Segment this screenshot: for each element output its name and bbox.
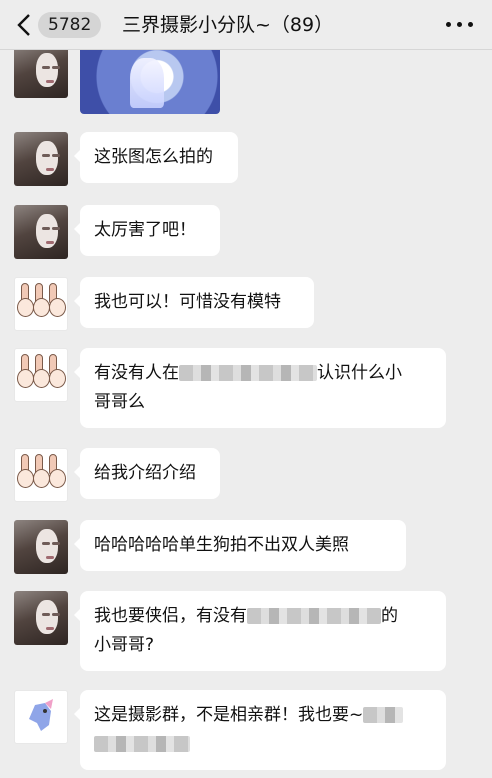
message-bubble[interactable]: 这张图怎么拍的 (74, 132, 238, 183)
message-bubble[interactable]: 有没有人在 认识什么小 哥哥么 (74, 348, 446, 428)
message-text: 这是摄影群，不是相亲群！我也要~ (94, 705, 364, 725)
redacted-text (363, 707, 404, 723)
avatar[interactable] (14, 591, 68, 645)
avatar[interactable] (14, 448, 68, 502)
message-bubble[interactable]: 我也要侠侣，有没有 的 小哥哥? (74, 591, 446, 671)
redacted-text (247, 608, 381, 624)
message-text: 我也要侠侣，有没有 (94, 606, 247, 626)
avatar[interactable] (14, 277, 68, 331)
message-text: 的 (381, 606, 398, 626)
message-text: 小哥哥? (94, 635, 155, 655)
message-text: 认识什么小 (317, 363, 402, 383)
avatar[interactable] (14, 520, 68, 574)
message-text: 给我介绍介绍 (94, 463, 196, 483)
message-list: 这张图怎么拍的 太厉害了吧！ 我也可以！可惜没有模特 有没有人在 认识什么小 哥哥… (0, 50, 492, 778)
group-title: 三界摄影小分队~（89） (122, 14, 334, 36)
more-dots-icon[interactable] (446, 22, 474, 28)
avatar[interactable] (14, 50, 68, 98)
bird-icon (29, 699, 53, 731)
message-bubble[interactable]: 太厉害了吧！ (74, 205, 220, 256)
message-text: 太厉害了吧！ (94, 220, 196, 240)
message-bubble[interactable]: 我也可以！可惜没有模特 (74, 277, 314, 328)
avatar[interactable] (14, 690, 68, 744)
chevron-left-icon[interactable] (14, 13, 36, 37)
message-text: 哈哈哈哈哈单生狗拍不出双人美照 (94, 535, 349, 555)
message-text: 有没有人在 (94, 363, 179, 383)
image-message[interactable] (80, 50, 220, 114)
redacted-text (179, 365, 317, 381)
unread-count-badge[interactable]: 5782 (38, 12, 102, 38)
avatar[interactable] (14, 132, 68, 186)
avatar[interactable] (14, 348, 68, 402)
message-bubble[interactable]: 哈哈哈哈哈单生狗拍不出双人美照 (74, 520, 406, 571)
message-text: 这张图怎么拍的 (94, 147, 213, 167)
message-text: 我也可以！可惜没有模特 (94, 292, 281, 312)
message-text: 哥哥么 (94, 392, 145, 412)
redacted-text (94, 736, 190, 752)
message-bubble[interactable]: 这是摄影群，不是相亲群！我也要~ (74, 690, 446, 770)
avatar[interactable] (14, 205, 68, 259)
chat-header: 5782 三界摄影小分队~（89） (0, 0, 492, 50)
message-bubble[interactable]: 给我介绍介绍 (74, 448, 220, 499)
